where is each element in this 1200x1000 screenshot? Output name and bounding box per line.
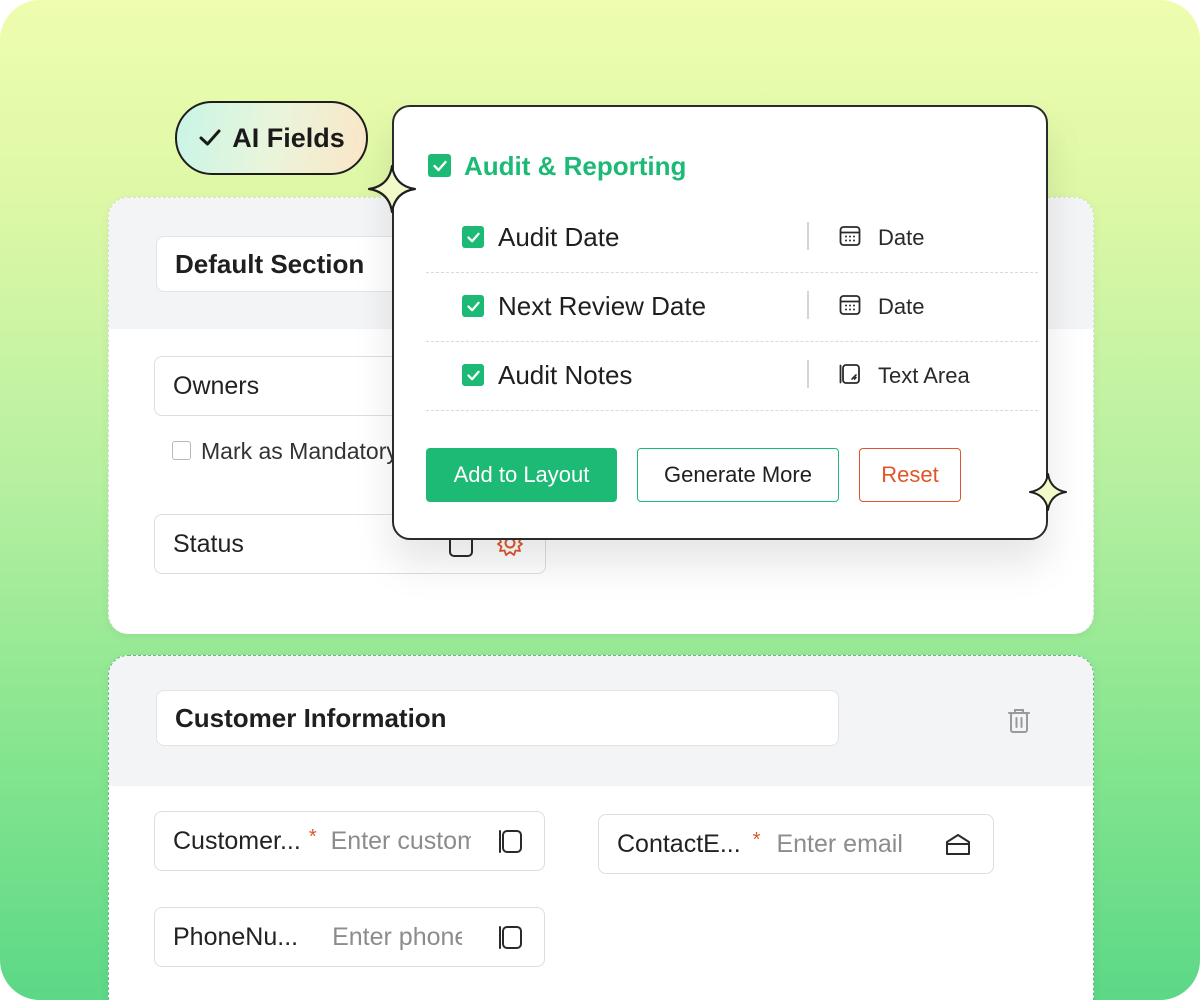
reset-button[interactable]: Reset <box>859 448 961 502</box>
divider <box>807 222 809 250</box>
field-label: ContactE... <box>617 829 741 858</box>
text-field-icon <box>496 923 524 960</box>
customer-information-card: Customer Information Customer... * Enter… <box>108 655 1094 1000</box>
field-label: PhoneNu... <box>173 922 299 951</box>
group-checkbox[interactable] <box>428 154 451 177</box>
email-icon <box>943 830 973 867</box>
group-title: Audit & Reporting <box>464 151 687 181</box>
canvas: Default Section Owners Mark as Mandatory… <box>0 0 1200 1000</box>
field-name: Next Review Date <box>498 291 707 321</box>
text-area-icon <box>838 362 862 391</box>
ai-field-row[interactable]: Next Review Date Date <box>426 273 1038 342</box>
required-marker: * <box>752 828 761 851</box>
field-type: Date <box>878 225 925 250</box>
sparkle-icon <box>367 164 417 214</box>
divider <box>807 360 809 388</box>
field-name: Audit Date <box>498 222 620 252</box>
required-marker: * <box>308 825 317 848</box>
mandatory-label: Mark as Mandatory <box>201 438 398 464</box>
field-placeholder: Enter phone <box>332 922 463 951</box>
field-checkbox[interactable] <box>462 226 484 248</box>
ai-field-row[interactable]: Audit Notes Text Area <box>426 342 1038 411</box>
field-placeholder: Enter email <box>776 829 903 858</box>
text-field-icon <box>496 827 524 864</box>
mandatory-checkbox[interactable] <box>172 441 191 460</box>
customer-name-field[interactable]: Customer... * Enter customer <box>154 811 545 871</box>
field-label: Customer... <box>173 826 301 855</box>
ai-fields-popup: Audit & Reporting Audit Date Date Next R… <box>392 105 1048 540</box>
add-to-layout-button[interactable]: Add to Layout <box>426 448 617 502</box>
phone-number-field[interactable]: PhoneNu... Enter phone <box>154 907 545 967</box>
contact-email-field[interactable]: ContactE... * Enter email <box>598 814 994 874</box>
section-title: Customer Information <box>175 702 447 733</box>
field-placeholder: Enter customer <box>330 826 471 855</box>
section-title-input[interactable]: Customer Information <box>156 690 839 746</box>
owners-label: Owners <box>173 371 260 400</box>
section-title: Default Section <box>175 248 365 279</box>
check-icon <box>199 129 221 146</box>
sparkle-icon <box>1029 473 1067 511</box>
field-checkbox[interactable] <box>462 295 484 317</box>
ai-fields-label: AI Fields <box>232 122 345 153</box>
ai-field-row[interactable]: Audit Date Date <box>426 204 1038 273</box>
field-type: Text Area <box>878 363 970 388</box>
field-checkbox[interactable] <box>462 364 484 386</box>
field-name: Audit Notes <box>498 360 633 390</box>
divider <box>807 291 809 319</box>
status-label: Status <box>173 529 244 558</box>
calendar-icon <box>838 224 862 253</box>
calendar-icon <box>838 293 862 322</box>
generate-more-button[interactable]: Generate More <box>637 448 839 502</box>
field-type: Date <box>878 294 925 319</box>
ai-fields-badge[interactable]: AI Fields <box>175 101 368 175</box>
trash-icon[interactable] <box>1006 707 1032 740</box>
